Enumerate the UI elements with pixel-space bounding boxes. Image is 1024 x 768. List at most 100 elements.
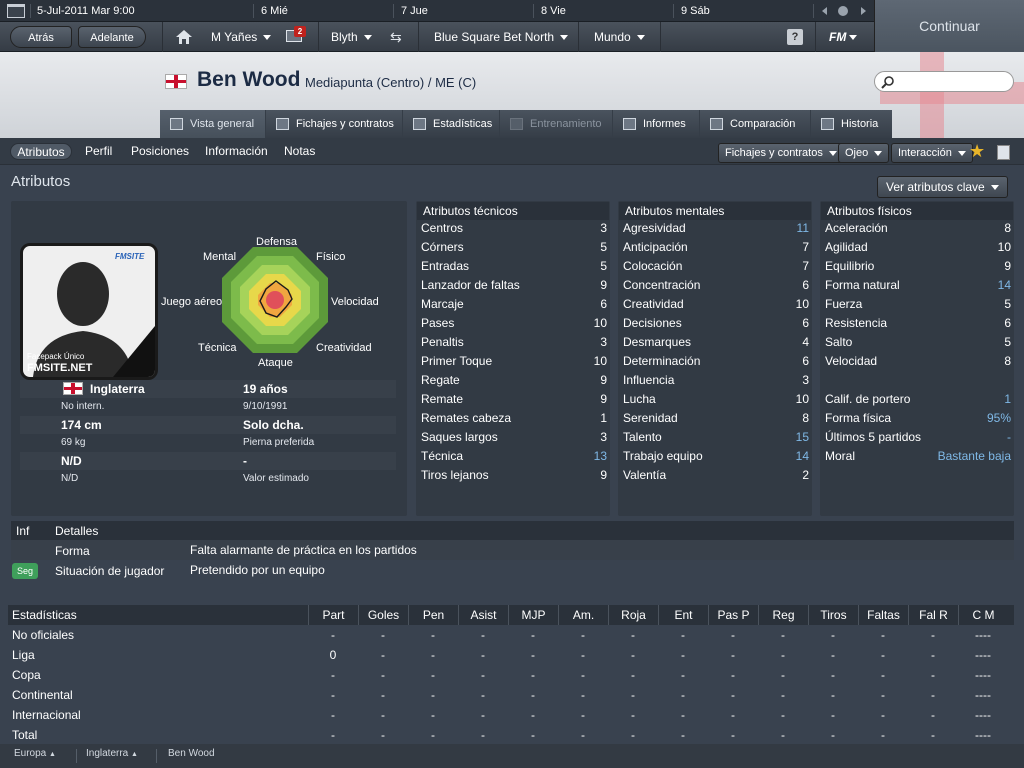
attribute-name: Entradas — [421, 259, 470, 273]
stats-column-header[interactable]: C M — [958, 605, 1008, 625]
stats-column-header[interactable]: Goles — [358, 605, 408, 625]
stats-cell: - — [781, 708, 785, 722]
stats-cell: - — [931, 728, 935, 742]
attribute-row: Salto 5 — [825, 333, 1015, 352]
stats-cell: - — [881, 668, 885, 682]
nationality[interactable]: Inglaterra — [90, 382, 145, 396]
attribute-name: Remates cabeza — [421, 411, 512, 425]
calendar-dot-icon[interactable] — [838, 6, 848, 16]
back-button[interactable]: Atrás — [10, 26, 72, 48]
home-icon[interactable] — [176, 30, 192, 44]
attribute-value: 6 — [1004, 316, 1011, 330]
attribute-name: Remate — [421, 392, 464, 406]
preferred-foot: Solo dcha. — [243, 418, 304, 432]
unknown-value: N/D — [61, 454, 82, 468]
breadcrumb-item[interactable]: Europa ▲ — [14, 748, 56, 759]
stats-column-header[interactable]: Faltas — [858, 605, 908, 625]
attribute-name: Determinación — [623, 354, 701, 368]
breadcrumb-label: Europa — [14, 748, 47, 759]
manager-menu[interactable]: M Yañes — [211, 22, 272, 52]
physical-header: Atributos físicos — [821, 202, 1013, 220]
star-icon[interactable]: ★ — [969, 141, 985, 161]
tab-overview[interactable]: Vista general — [160, 110, 265, 138]
forward-button[interactable]: Adelante — [78, 26, 146, 48]
stats-column-header[interactable]: Tiros — [808, 605, 858, 625]
stats-column-header[interactable]: Fal R — [908, 605, 958, 625]
bar-chart-icon — [413, 118, 426, 130]
tab-training[interactable]: Entrenamiento — [500, 110, 612, 138]
stats-column-header[interactable]: Roja — [608, 605, 658, 625]
attribute-row: Desmarques 4 — [623, 333, 813, 352]
attribute-name: Marcaje — [421, 297, 464, 311]
fm-menu[interactable]: FM — [829, 22, 858, 52]
notes-icon[interactable] — [997, 145, 1010, 160]
estimated-value: - — [243, 454, 247, 468]
stats-column-header[interactable]: Pen — [408, 605, 458, 625]
stats-cell: - — [681, 648, 685, 662]
attribute-row: Primer Toque 10 — [421, 352, 611, 371]
chevron-down-icon — [263, 35, 272, 41]
key-attributes-dropdown[interactable]: Ver atributos clave — [877, 176, 1008, 198]
continue-button[interactable]: Continuar — [874, 0, 1024, 52]
tab-comparison[interactable]: Comparación — [700, 110, 810, 138]
calendar-icon[interactable] — [7, 4, 25, 18]
competition-menu[interactable]: Blue Square Bet North — [434, 22, 569, 52]
calendar-day[interactable]: 7 Jue — [401, 0, 428, 22]
current-date[interactable]: 5-Jul-2011 Mar 9:00 — [37, 0, 135, 22]
stats-cell: - — [581, 628, 585, 642]
subtab-profile[interactable]: Perfil — [85, 143, 112, 160]
comparison-icon — [710, 118, 723, 130]
tab-label: Estadísticas — [433, 118, 493, 130]
swap-arrows-icon[interactable]: ⇆ — [390, 30, 402, 44]
stats-cell: - — [881, 688, 885, 702]
calendar-day[interactable]: 6 Mié — [261, 0, 288, 22]
stats-cell: - — [481, 648, 485, 662]
search-input[interactable] — [874, 71, 1014, 92]
interaction-dropdown[interactable]: Interacción — [891, 143, 973, 163]
tab-history[interactable]: Historia — [811, 110, 892, 138]
calendar-prev-icon[interactable] — [822, 7, 827, 15]
attribute-name: Forma física — [825, 411, 892, 425]
stats-cell: - — [531, 648, 535, 662]
stats-cell: - — [531, 728, 535, 742]
tab-statistics[interactable]: Estadísticas — [403, 110, 499, 138]
stats-column-header[interactable]: Asist — [458, 605, 508, 625]
subtab-notes[interactable]: Notas — [284, 143, 315, 160]
detail-label: Forma — [55, 544, 90, 558]
subtab-information[interactable]: Información — [205, 143, 268, 160]
stats-cell: - — [681, 688, 685, 702]
contracts-dropdown[interactable]: Fichajes y contratos — [718, 143, 844, 163]
attribute-name: Salto — [825, 335, 853, 349]
attribute-row: Serenidad 8 — [623, 409, 813, 428]
stats-column-header[interactable]: Part — [308, 605, 358, 625]
scout-dropdown[interactable]: Ojeo — [838, 143, 890, 163]
stats-column-header[interactable]: Ent — [658, 605, 708, 625]
attribute-name: Agresividad — [623, 221, 686, 235]
attribute-value: 8 — [1004, 221, 1011, 235]
stats-column-header[interactable]: MJP — [508, 605, 558, 625]
attribute-row: Tiros lejanos 9 — [421, 466, 611, 485]
player-weight: 69 kg — [61, 437, 86, 448]
breadcrumb-item[interactable]: Ben Wood — [168, 748, 215, 759]
subtab-attributes[interactable]: Atributos — [10, 143, 72, 160]
calendar-day[interactable]: 9 Sáb — [681, 0, 710, 22]
attribute-name: Decisiones — [623, 316, 682, 330]
world-menu[interactable]: Mundo — [594, 22, 645, 52]
tab-reports[interactable]: Informes — [613, 110, 699, 138]
help-button[interactable]: ? — [787, 29, 803, 45]
stats-column-header[interactable]: Am. — [558, 605, 608, 625]
attribute-value: 3 — [600, 430, 607, 444]
attribute-name: Concentración — [623, 278, 701, 292]
stats-cell: - — [431, 628, 435, 642]
calendar-day[interactable]: 8 Vie — [541, 0, 566, 22]
england-cross-watermark — [880, 52, 1024, 138]
calendar-next-icon[interactable] — [861, 7, 866, 15]
subtab-positions[interactable]: Posiciones — [131, 143, 189, 160]
tab-label: Fichajes y contratos — [296, 118, 394, 130]
club-menu[interactable]: Blyth — [331, 22, 372, 52]
stats-column-header[interactable]: Reg — [758, 605, 808, 625]
tab-contracts[interactable]: Fichajes y contratos — [266, 110, 402, 138]
breadcrumb-item[interactable]: Inglaterra ▲ — [86, 748, 138, 759]
attribute-name: Creatividad — [623, 297, 684, 311]
stats-column-header[interactable]: Pas P — [708, 605, 758, 625]
